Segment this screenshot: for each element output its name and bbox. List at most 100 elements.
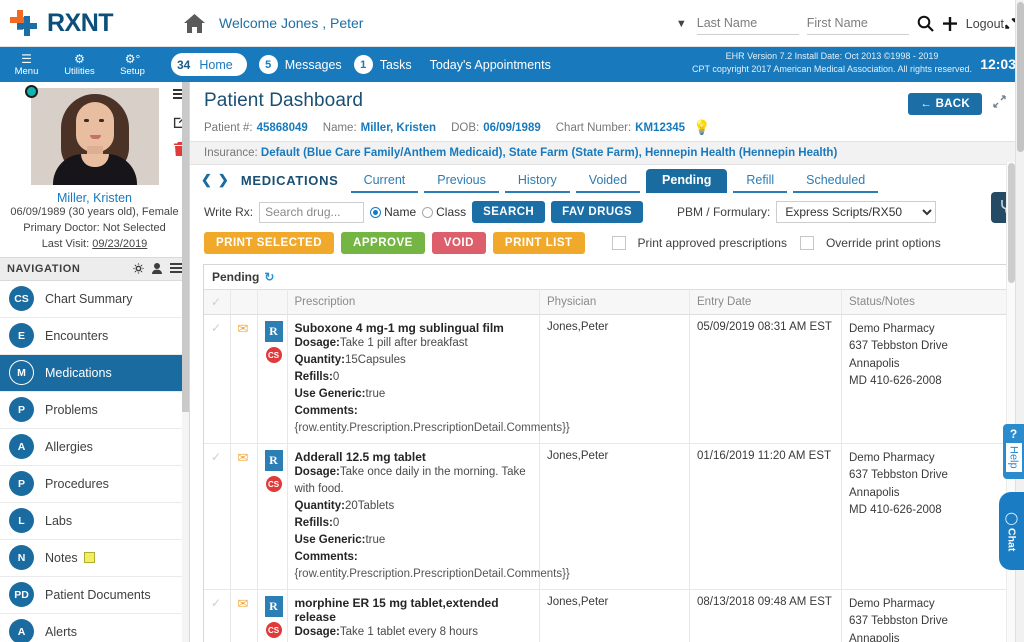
row-status-cell: Demo Pharmacy 637 Tebbston Drive Annapol…: [842, 590, 1009, 642]
first-name-input[interactable]: [807, 13, 909, 35]
logout-button[interactable]: Logout: [966, 17, 1016, 31]
envelope-icon[interactable]: ✉: [238, 450, 249, 465]
column-status-notes[interactable]: Status/Notes: [842, 290, 1009, 315]
tasks-tab[interactable]: 1 Tasks: [354, 55, 412, 74]
row-select-cell[interactable]: ✓: [204, 444, 230, 590]
void-button[interactable]: VOID: [432, 232, 486, 254]
sidebar-item-chart-summary[interactable]: CS Chart Summary: [0, 281, 189, 318]
messages-tab[interactable]: 5 Messages: [259, 55, 342, 74]
sidebar-item-problems[interactable]: P Problems: [0, 392, 189, 429]
home-tab[interactable]: 34 Home: [171, 53, 247, 76]
home-icon[interactable]: [184, 14, 205, 33]
sidebar-item-labs[interactable]: L Labs: [0, 503, 189, 540]
chevron-left-icon[interactable]: ❮: [199, 172, 216, 193]
tab-previous[interactable]: Previous: [424, 169, 499, 193]
radio-class[interactable]: Class: [422, 205, 466, 219]
column-physician[interactable]: Physician: [540, 290, 690, 315]
last-visit-value[interactable]: 09/23/2019: [92, 238, 147, 250]
table-header: ✓ Prescription Physician Entry Date Stat…: [204, 290, 1009, 315]
sidebar-item-procedures[interactable]: P Procedures: [0, 466, 189, 503]
tab-current[interactable]: Current: [351, 169, 419, 193]
table-row[interactable]: ✓ ✉ R CS Suboxone 4 mg-1 mg sublingual f…: [204, 315, 1009, 444]
user-icon[interactable]: [152, 263, 162, 274]
content-scrollbar-thumb[interactable]: [1008, 163, 1015, 283]
sidebar-item-alerts[interactable]: A Alerts: [0, 614, 189, 642]
tab-voided[interactable]: Voided: [576, 169, 640, 193]
controlled-substance-icon: CS: [266, 622, 282, 638]
lightbulb-icon[interactable]: 💡: [693, 119, 710, 136]
check-icon[interactable]: ✓: [211, 450, 221, 464]
expand-icon[interactable]: [993, 95, 1006, 111]
table-row[interactable]: ✓ ✉ R CS morphine ER 15 mg tablet,extend…: [204, 590, 1009, 642]
search-icon[interactable]: [917, 15, 934, 32]
insurance-value[interactable]: Default (Blue Care Family/Anthem Medicai…: [261, 147, 837, 159]
patient-name-value[interactable]: Miller, Kristen: [361, 122, 436, 134]
last-name-input[interactable]: [697, 13, 799, 35]
dob-value[interactable]: 06/09/1989: [483, 122, 541, 134]
envelope-icon[interactable]: ✉: [238, 321, 249, 336]
utilities-button[interactable]: ⚙ Utilities: [53, 52, 106, 78]
page-scrollbar-thumb[interactable]: [1017, 2, 1024, 152]
sidebar-item-encounters[interactable]: E Encounters: [0, 318, 189, 355]
last-visit-label: Last Visit:: [42, 238, 90, 250]
todays-appointments-link[interactable]: Today's Appointments: [430, 58, 551, 72]
row-select-cell[interactable]: ✓: [204, 315, 230, 444]
check-icon[interactable]: ✓: [211, 596, 221, 610]
check-icon[interactable]: ✓: [211, 321, 221, 335]
sidebar-item-notes[interactable]: N Notes: [0, 540, 189, 577]
radio-name[interactable]: Name: [370, 205, 416, 219]
approve-button[interactable]: APPROVE: [341, 232, 425, 254]
row-envelope-cell[interactable]: ✉: [230, 315, 257, 444]
navigation-title: NAVIGATION: [7, 263, 80, 275]
row-envelope-cell[interactable]: ✉: [230, 444, 257, 590]
back-button[interactable]: ← BACK: [908, 93, 982, 115]
tab-refill[interactable]: Refill: [733, 169, 787, 193]
setup-button[interactable]: ⚙° Setup: [106, 52, 159, 78]
search-input[interactable]: [259, 202, 364, 223]
chevron-right-icon[interactable]: ❯: [216, 172, 233, 193]
tab-pending[interactable]: Pending: [646, 169, 727, 193]
labs-avatar: L: [9, 508, 34, 533]
pharmacy-phone: MD 410-626-2008: [849, 373, 1001, 390]
rxnt-cross-logo-icon: [10, 8, 42, 38]
column-prescription[interactable]: Prescription: [287, 290, 540, 315]
chart-number-value[interactable]: KM12345: [635, 122, 685, 134]
help-tab[interactable]: ? Help: [1003, 424, 1024, 479]
column-entry-date[interactable]: Entry Date: [690, 290, 842, 315]
table-row[interactable]: ✓ ✉ R CS Adderall 12.5 mg tablet Dosage:…: [204, 444, 1009, 590]
sidebar-item-medications[interactable]: M Medications: [0, 355, 189, 392]
print-selected-button[interactable]: PRINT SELECTED: [204, 232, 334, 254]
sidebar-item-allergies[interactable]: A Allergies: [0, 429, 189, 466]
row-select-cell[interactable]: ✓: [204, 590, 230, 642]
plus-icon[interactable]: [942, 16, 958, 32]
sidebar-scrollbar-thumb[interactable]: [182, 82, 189, 412]
gear-icon[interactable]: [133, 263, 144, 274]
chat-tab[interactable]: ◯ Chat: [999, 492, 1024, 570]
column-select[interactable]: ✓: [204, 290, 230, 315]
fav-drugs-button[interactable]: FAV DRUGS: [551, 201, 643, 223]
search-button[interactable]: SEARCH: [472, 201, 545, 223]
tab-history[interactable]: History: [505, 169, 570, 193]
print-list-button[interactable]: PRINT LIST: [493, 232, 585, 254]
envelope-icon[interactable]: ✉: [238, 596, 249, 611]
print-approved-checkbox[interactable]: [612, 236, 626, 250]
menu-button[interactable]: ☰ Menu: [0, 52, 53, 78]
brand-logo[interactable]: RXNT: [0, 8, 160, 38]
chevron-down-icon[interactable]: ▼: [674, 18, 689, 30]
quantity-value: 15Capsules: [345, 354, 406, 366]
welcome-prefix: Welcome: [219, 15, 277, 31]
sidebar-item-patient-documents[interactable]: PD Patient Documents: [0, 577, 189, 614]
patient-name-link[interactable]: Miller, Kristen: [8, 191, 181, 205]
sidebar-scrollbar[interactable]: [182, 82, 189, 642]
tab-scheduled[interactable]: Scheduled: [793, 169, 878, 193]
patient-number-label: Patient #:: [204, 122, 253, 134]
pbm-formulary-select[interactable]: Express Scripts/RX50: [776, 201, 936, 223]
row-envelope-cell[interactable]: ✉: [230, 590, 257, 642]
patient-number-value[interactable]: 45868049: [257, 122, 308, 134]
refresh-icon[interactable]: ↻: [264, 270, 274, 284]
list-icon[interactable]: [170, 263, 182, 274]
pharmacy-street: 637 Tebbston Drive: [849, 467, 1001, 484]
override-print-checkbox[interactable]: [800, 236, 814, 250]
patient-dob-line: 06/09/1989 (30 years old), Female: [8, 205, 181, 221]
content-scrollbar[interactable]: [1006, 162, 1015, 642]
